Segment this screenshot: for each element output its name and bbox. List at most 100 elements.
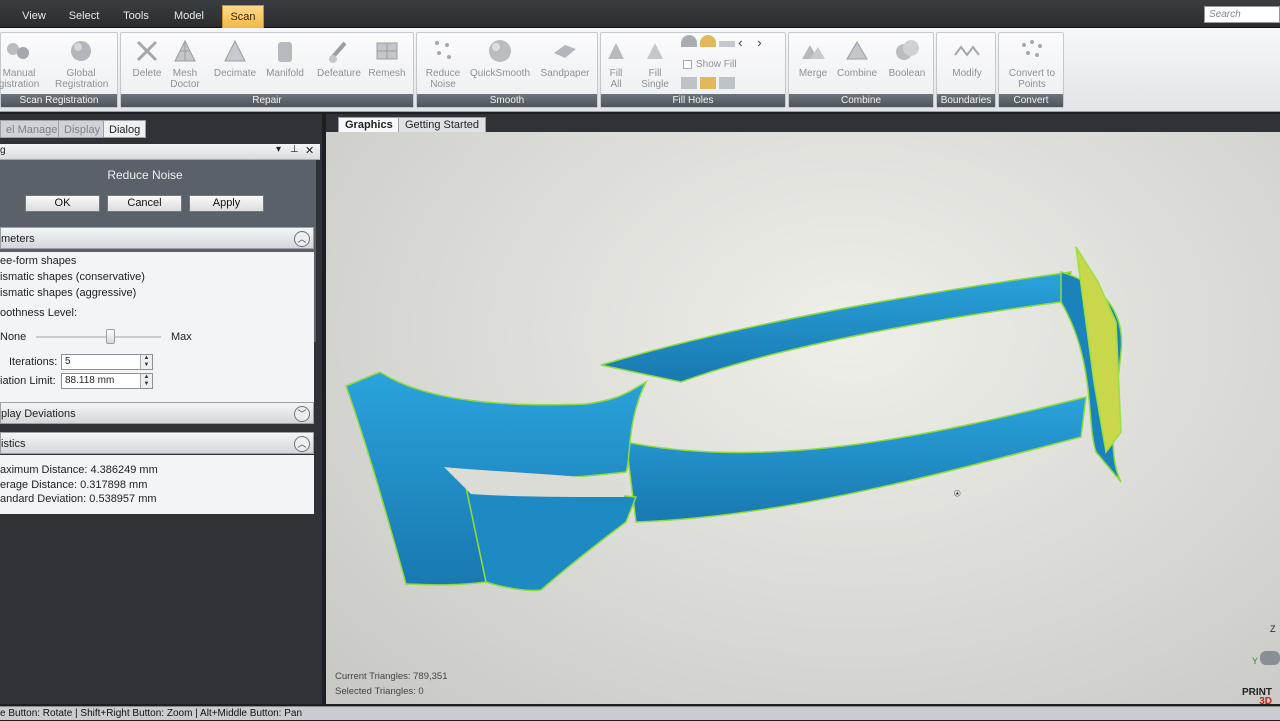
- axis-triad-icon: [1260, 651, 1280, 665]
- axis-y-label: Y: [1252, 656, 1259, 666]
- search-input[interactable]: Search: [1204, 6, 1280, 23]
- axis-z-label: Z: [1270, 624, 1276, 634]
- fill-option-icons: [681, 77, 736, 92]
- slider-min-label: None: [0, 331, 27, 343]
- defeature-button[interactable]: Defeature: [313, 35, 365, 93]
- dropdown-icon[interactable]: ▾: [276, 144, 281, 155]
- tab-display[interactable]: Display: [58, 120, 107, 138]
- selected-triangles-label: Selected Triangles: 0: [335, 686, 424, 697]
- fill-single-icon: [647, 43, 663, 59]
- option-free-form-shapes[interactable]: ee-form shapes: [0, 255, 76, 267]
- fill-option-1-icon[interactable]: [681, 77, 697, 89]
- iterations-label: Iterations:: [9, 356, 58, 368]
- modify-icon: [954, 45, 980, 57]
- dialog-titlebar-text: g: [0, 145, 6, 156]
- scan-mesh-model[interactable]: [326, 132, 1280, 704]
- reduce-noise-icon: [435, 41, 451, 59]
- group-label-combine: Combine: [789, 94, 933, 107]
- group-boundaries: Modify Boundaries: [936, 32, 996, 108]
- group-label-repair: Repair: [121, 94, 413, 107]
- statistics-section-header[interactable]: istics ︿: [0, 432, 314, 454]
- parameters-section-body: ee-form shapes ismatic shapes (conservat…: [0, 252, 314, 402]
- group-label-scan-registration: Scan Registration: [1, 94, 117, 107]
- manifold-button[interactable]: Manifold: [259, 35, 311, 93]
- tab-model-manager[interactable]: el Manager: [0, 120, 68, 138]
- collapse-icon[interactable]: ︿: [294, 231, 310, 247]
- combine-button[interactable]: Combine: [831, 35, 883, 93]
- parameters-section-header[interactable]: meters ︿: [0, 227, 314, 249]
- checkbox-box[interactable]: [683, 59, 692, 69]
- print3d-logo: PRINT 3D: [1242, 687, 1272, 707]
- tab-getting-started[interactable]: Getting Started: [398, 117, 486, 133]
- group-convert: Convert to Points Convert: [998, 32, 1064, 108]
- display-deviations-section-header[interactable]: play Deviations ﹀: [0, 402, 314, 424]
- iterations-field[interactable]: 5 ▲ ▼: [61, 354, 153, 370]
- close-icon[interactable]: ✕: [305, 144, 314, 157]
- chevron-left-icon[interactable]: ‹: [738, 35, 754, 50]
- slider-max-label: Max: [171, 331, 192, 343]
- ok-button[interactable]: OK: [25, 195, 100, 212]
- graphics-tab-bar: Graphics Getting Started: [326, 114, 1280, 133]
- fill-all-button[interactable]: Fill All: [596, 35, 636, 93]
- quicksmooth-button[interactable]: QuickSmooth: [469, 35, 531, 93]
- modify-button[interactable]: Modify: [941, 35, 993, 93]
- status-bar: e Button: Rotate | Shift+Right Button: Z…: [0, 706, 1280, 720]
- menu-model[interactable]: Model: [168, 6, 210, 26]
- convert-to-points-icon: [1022, 40, 1042, 57]
- decimate-button[interactable]: Decimate: [209, 35, 261, 93]
- fill-option-3-icon[interactable]: [719, 77, 736, 89]
- combine-icon: [846, 41, 868, 60]
- delete-icon: [136, 40, 158, 62]
- menu-view[interactable]: View: [16, 6, 52, 26]
- group-repair: Delete Mesh Doctor Decimate Manifold Defe…: [120, 32, 414, 108]
- expand-icon[interactable]: ﹀: [294, 406, 310, 422]
- apply-button[interactable]: Apply: [189, 195, 264, 212]
- quicksmooth-icon: [489, 40, 511, 62]
- group-fill-holes: Fill All Fill Single ‹ › Show Fill Fill Ho…: [600, 32, 786, 108]
- sandpaper-button[interactable]: Sandpaper: [537, 35, 593, 93]
- spinner-icon[interactable]: ▲ ▼: [140, 355, 152, 369]
- dialog-titlebar: g ▾ ⊥ ✕: [0, 144, 320, 160]
- fill-flat-icon[interactable]: [681, 35, 697, 47]
- cancel-button[interactable]: Cancel: [107, 195, 182, 212]
- remesh-button[interactable]: Remesh: [361, 35, 413, 93]
- menu-select[interactable]: Select: [64, 6, 104, 26]
- option-prismatic-aggressive[interactable]: ismatic shapes (aggressive): [0, 287, 136, 299]
- fill-single-button[interactable]: Fill Single: [635, 35, 675, 93]
- manifold-icon: [278, 42, 292, 62]
- tab-graphics[interactable]: Graphics: [338, 117, 400, 133]
- statistics-section-body: aximum Distance: 4.386249 mm erage Dista…: [0, 455, 314, 514]
- fill-curved-icon[interactable]: [700, 35, 717, 47]
- deviation-limit-field[interactable]: 88.118 mm ▲ ▼: [61, 373, 153, 389]
- group-label-boundaries: Boundaries: [937, 94, 995, 107]
- fill-option-2-icon[interactable]: [700, 77, 717, 89]
- show-fill-checkbox[interactable]: Show Fill: [683, 59, 737, 70]
- manual-registration-icon: [7, 43, 29, 59]
- tab-dialog[interactable]: Dialog: [103, 120, 147, 138]
- decimate-icon: [224, 39, 246, 62]
- fill-bridge-icon[interactable]: [719, 41, 736, 47]
- mesh-doctor-button[interactable]: Mesh Doctor: [159, 35, 211, 93]
- boolean-button[interactable]: Boolean: [881, 35, 933, 93]
- smoothness-slider-track[interactable]: [36, 336, 161, 338]
- menu-tools[interactable]: Tools: [116, 6, 156, 26]
- smoothness-slider-thumb[interactable]: [106, 329, 115, 344]
- chevron-right-icon[interactable]: ›: [757, 35, 773, 50]
- mesh-doctor-icon: [174, 39, 196, 62]
- convert-to-points-button[interactable]: Convert to Points: [1003, 35, 1061, 93]
- option-prismatic-conservative[interactable]: ismatic shapes (conservative): [0, 271, 145, 283]
- spinner-icon[interactable]: ▲ ▼: [140, 374, 152, 388]
- reduce-noise-button[interactable]: Reduce Noise: [417, 35, 469, 93]
- collapse-icon[interactable]: ︿: [294, 436, 310, 452]
- ribbon-toolbar: Manual gistration Global Registration Scan…: [0, 28, 1280, 112]
- manual-registration-button[interactable]: Manual gistration: [0, 35, 45, 93]
- menu-scan[interactable]: Scan: [222, 5, 264, 28]
- merge-icon: [802, 45, 825, 59]
- pin-icon[interactable]: ⊥: [290, 144, 299, 155]
- global-registration-button[interactable]: Global Registration: [55, 35, 108, 93]
- graphics-viewport[interactable]: ⍟ Current Triangles: 789,351 Selected Tr…: [326, 132, 1280, 704]
- deviation-limit-label: iation Limit:: [0, 375, 56, 387]
- group-label-fill-holes: Fill Holes: [601, 94, 785, 107]
- group-smooth: Reduce Noise QuickSmooth Sandpaper Smooth: [416, 32, 598, 108]
- defeature-icon: [329, 41, 347, 63]
